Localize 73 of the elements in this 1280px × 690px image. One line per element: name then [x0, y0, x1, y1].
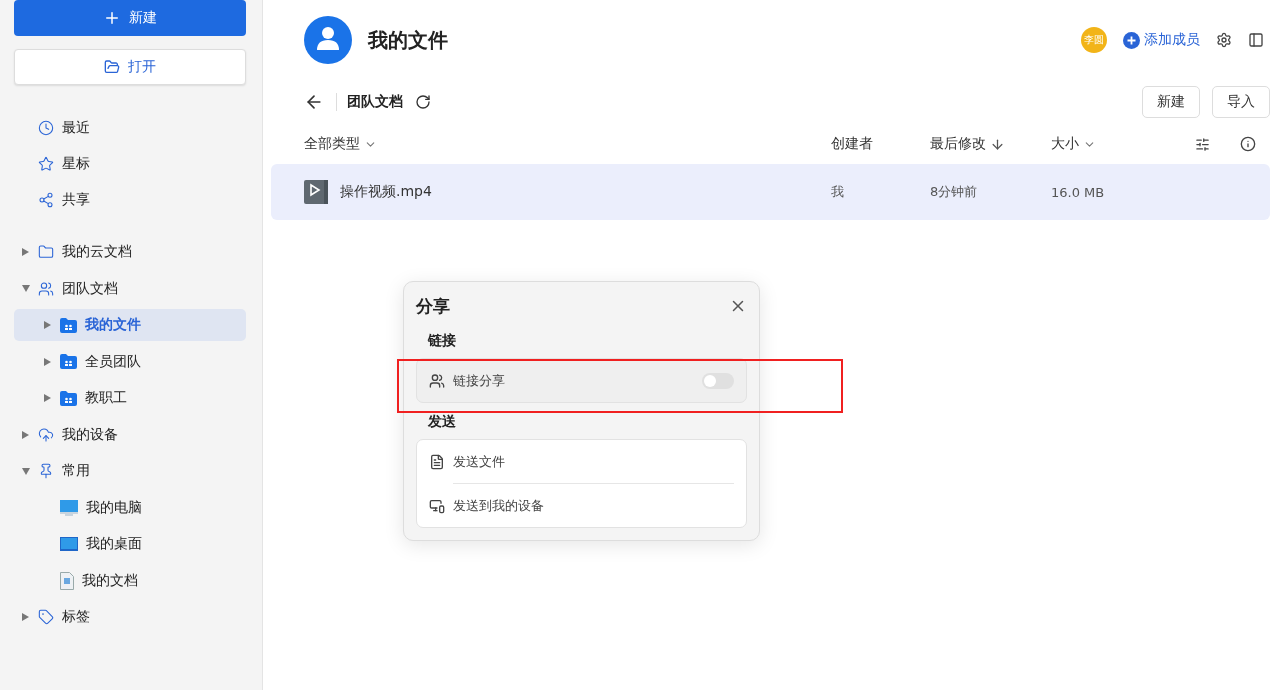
open-button[interactable]: 打开	[14, 49, 246, 85]
settings-icon[interactable]	[1216, 32, 1232, 48]
sidebar-item[interactable]: 星标	[14, 148, 246, 180]
cloud-upload-icon	[38, 426, 54, 443]
column-header[interactable]: 创建者	[831, 135, 873, 153]
new-button[interactable]: 新建	[14, 0, 246, 36]
page-title: 我的文件	[368, 26, 448, 54]
folder-icon	[38, 244, 54, 260]
expand-arrow-icon[interactable]	[44, 321, 51, 329]
sidebar-item[interactable]: 我的电脑	[14, 491, 246, 524]
team-folder-icon	[60, 390, 77, 406]
sidebar-item[interactable]: 共享	[14, 184, 246, 216]
monitor-icon	[60, 499, 78, 516]
people-icon	[429, 372, 445, 389]
team-folder-icon	[60, 354, 77, 369]
expand-arrow-icon[interactable]	[22, 248, 29, 256]
column-settings-icon[interactable]	[1195, 136, 1210, 152]
info-icon[interactable]	[1240, 136, 1256, 152]
expand-arrow-icon[interactable]	[44, 394, 51, 402]
file-name: 操作视频.mp4	[340, 183, 432, 201]
size-cell-text: 16.0 MB	[1051, 184, 1106, 200]
document-icon	[60, 571, 74, 590]
video-file-icon	[304, 180, 328, 204]
sidebar-item[interactable]: 我的云文档	[14, 236, 246, 268]
add-member-link[interactable]: 添加成员	[1123, 31, 1200, 49]
sort-arrow-icon	[990, 136, 1005, 152]
team-folder-icon	[60, 317, 77, 333]
devices-icon	[429, 497, 445, 514]
column-header[interactable]: 全部类型	[304, 135, 360, 153]
desktop-screen-icon	[60, 537, 78, 551]
sidebar-item[interactable]: 我的文件	[14, 309, 246, 341]
sidebar-item[interactable]: 我的设备	[14, 418, 246, 451]
share-icon	[38, 192, 54, 208]
collapse-arrow-icon[interactable]	[22, 285, 30, 292]
column-header[interactable]: 大小	[1051, 135, 1079, 153]
plus-circle-icon	[1123, 31, 1140, 49]
sidebar-item[interactable]: 标签	[14, 601, 246, 633]
option-label[interactable]: 链接分享	[453, 371, 505, 390]
section-heading: 链接	[426, 331, 457, 350]
section-heading: 发送	[427, 412, 457, 431]
pin-icon	[38, 463, 54, 479]
sidebar-item[interactable]: 常用	[14, 455, 246, 487]
sidebar-item[interactable]: 我的桌面	[14, 528, 246, 560]
action-button[interactable]: 导入	[1212, 86, 1270, 118]
toggle-switch[interactable]	[702, 372, 734, 389]
team-avatar-icon	[304, 16, 352, 64]
sidebar-item[interactable]: 我的文档	[14, 564, 246, 597]
option-label[interactable]: 发送到我的设备	[453, 496, 544, 515]
creator-cell-text: 我	[831, 183, 845, 201]
sidebar-item[interactable]: 最近	[14, 112, 246, 144]
action-button[interactable]: 新建	[1142, 86, 1200, 118]
breadcrumb: 团队文档	[336, 93, 403, 111]
clock-icon	[38, 120, 54, 136]
sidebar-item[interactable]: 团队文档	[14, 272, 246, 305]
sidebar-item[interactable]: 教职工	[14, 382, 246, 414]
refresh-icon[interactable]	[415, 94, 431, 110]
dialog-title: 分享	[416, 294, 450, 318]
tag-icon	[38, 609, 54, 625]
file-row[interactable]: 操作视频.mp4 我 8分钟前 16.0 MB	[271, 164, 1270, 220]
side-panel-icon[interactable]	[1248, 32, 1264, 48]
modified-cell-text: 8分钟前	[930, 183, 979, 201]
expand-arrow-icon[interactable]	[44, 357, 51, 366]
people-icon	[38, 280, 54, 297]
plus-icon	[103, 9, 121, 27]
expand-arrow-icon[interactable]	[22, 430, 29, 439]
option-label[interactable]: 发送文件	[453, 452, 505, 471]
column-header[interactable]: 最后修改	[930, 135, 986, 153]
file-icon	[429, 453, 445, 470]
sidebar-item[interactable]: 全员团队	[14, 345, 246, 378]
open-folder-icon	[104, 59, 120, 75]
star-icon	[38, 156, 54, 172]
collapse-arrow-icon[interactable]	[22, 467, 30, 475]
expand-arrow-icon[interactable]	[22, 613, 29, 621]
